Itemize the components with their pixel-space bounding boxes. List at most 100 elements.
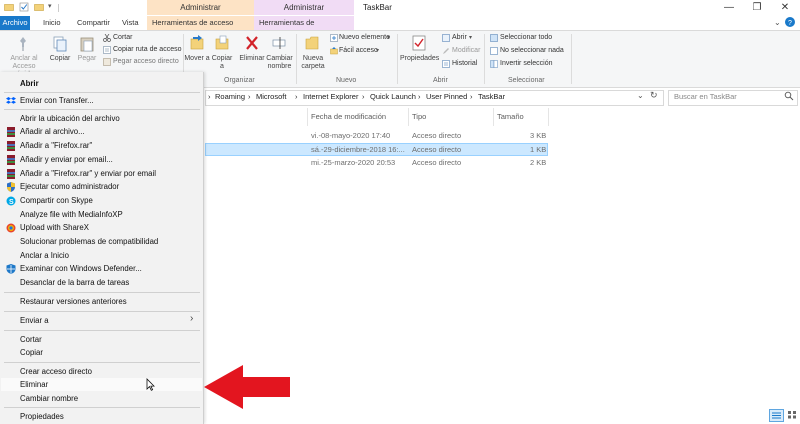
tab-herramientas-aplicacion[interactable]: Herramientas de aplicación (254, 16, 354, 41)
menu-item-propiedades[interactable]: Propiedades (20, 411, 64, 422)
breadcrumb-chevron-icon: › (362, 92, 365, 101)
app-folder-icon[interactable] (4, 2, 14, 12)
maximize-button[interactable]: ❐ (742, 0, 772, 15)
column-divider (408, 108, 409, 126)
copiar-a-button[interactable]: Copiar a (209, 55, 235, 71)
menu-item-anadir-firefox-enviar[interactable]: Añadir a "Firefox.rar" y enviar por emai… (20, 168, 156, 179)
copiar-ruta-button[interactable]: Copiar ruta de acceso (113, 46, 181, 53)
tab-compartir[interactable]: Compartir (72, 16, 115, 30)
column-divider (548, 108, 549, 126)
menu-item-desanclar-barra[interactable]: Desanclar de la barra de tareas (20, 277, 129, 288)
menu-item-restaurar-versiones[interactable]: Restaurar versiones anteriores (20, 296, 127, 307)
breadcrumb-user-pinned[interactable]: User Pinned (426, 91, 467, 103)
menu-item-eliminar[interactable]: Eliminar (20, 379, 48, 390)
ribbon-collapse-icon[interactable]: ⌄ (774, 18, 781, 27)
seleccionar-todo-button[interactable]: Seleccionar todo (500, 34, 552, 41)
breadcrumb-microsoft[interactable]: Microsoft (256, 91, 286, 103)
tab-archivo[interactable]: Archivo (0, 16, 30, 30)
propiedades-ribbon-button[interactable]: Propiedades (400, 55, 439, 63)
cambiar-nombre-ribbon-button[interactable]: Cambiar nombre (266, 55, 293, 71)
menu-separator (4, 407, 200, 408)
tab-vista[interactable]: Vista (117, 16, 144, 30)
tab-herramientas-acceso-directo[interactable]: Herramientas de acceso directo (147, 16, 254, 41)
breadcrumb-taskbar[interactable]: TaskBar (478, 91, 505, 103)
row-fecha: sá.-29-diciembre-2018 16:... (311, 145, 405, 154)
facil-acceso-button[interactable]: Fácil acceso (339, 47, 378, 54)
menu-item-ejecutar-admin[interactable]: Ejecutar como administrador (20, 181, 119, 192)
menu-item-anadir-enviar-email[interactable]: Añadir y enviar por email... (20, 154, 113, 165)
menu-item-upload-sharex[interactable]: Upload with ShareX (20, 222, 89, 233)
tab-inicio[interactable]: Inicio (38, 16, 66, 30)
menu-item-abrir[interactable]: Abrir (20, 78, 39, 89)
column-header-tipo[interactable]: Tipo (412, 112, 426, 121)
qat-divider (58, 4, 59, 12)
winrar-icon (6, 127, 16, 137)
invertir-seleccion-button[interactable]: Invertir selección (500, 60, 553, 67)
qat-dropdown-icon[interactable]: ▾ (48, 2, 52, 10)
menu-separator (4, 311, 200, 312)
column-header-tamano[interactable]: Tamaño (497, 112, 524, 121)
no-seleccionar-nada-button[interactable]: No seleccionar nada (500, 47, 564, 54)
row-fecha: mi.-25-marzo-2020 20:53 (311, 158, 396, 167)
details-view-button[interactable] (769, 409, 784, 422)
copy-path-icon (103, 46, 111, 54)
column-header-fecha[interactable]: Fecha de modificación (311, 112, 386, 121)
menu-item-compartir-skype[interactable]: Compartir con Skype (20, 195, 93, 206)
menu-item-enviar-a[interactable]: Enviar a (20, 315, 49, 326)
svg-text:?: ? (788, 20, 792, 27)
menu-item-anadir-firefox[interactable]: Añadir a "Firefox.rar" (20, 140, 92, 151)
menu-item-anclar-inicio[interactable]: Anclar a Inicio (20, 250, 69, 261)
menu-item-crear-acceso-directo[interactable]: Crear acceso directo (20, 366, 92, 377)
row-fecha: vi.-08-mayo-2020 17:40 (311, 131, 391, 140)
menu-item-cortar[interactable]: Cortar (20, 334, 42, 345)
menu-separator (4, 292, 200, 293)
menu-item-anadir-archivo[interactable]: Añadir al archivo... (20, 126, 85, 137)
close-button[interactable]: ✕ (770, 0, 800, 15)
breadcrumb-roaming[interactable]: Roaming (215, 91, 245, 103)
menu-item-copiar[interactable]: Copiar (20, 347, 43, 358)
invert-selection-icon (490, 60, 498, 68)
copy-to-icon (215, 35, 229, 53)
properties-check-icon[interactable] (19, 2, 29, 12)
ribbon-separator (484, 34, 485, 84)
abrir-ribbon-button[interactable]: Abrir (452, 34, 467, 41)
modificar-button[interactable]: Modificar (452, 47, 480, 54)
search-icon[interactable] (784, 91, 794, 103)
large-icons-view-button[interactable] (786, 409, 798, 420)
new-folder-qat-icon[interactable] (34, 2, 44, 12)
breadcrumb-quick-launch[interactable]: Quick Launch (370, 91, 416, 103)
eliminar-ribbon-button[interactable]: Eliminar (237, 55, 267, 63)
skype-icon: S (6, 196, 16, 206)
mouse-cursor-icon (146, 378, 155, 393)
properties-icon (412, 35, 426, 53)
mover-a-button[interactable]: Mover a (183, 55, 211, 63)
pin-icon (16, 36, 30, 54)
pegar-acceso-directo-button[interactable]: Pegar acceso directo (113, 58, 179, 65)
cortar-button[interactable]: Cortar (113, 34, 132, 41)
winrar-icon (6, 141, 16, 151)
menu-item-abrir-ubicacion[interactable]: Abrir la ubicación del archivo (20, 113, 120, 124)
rename-icon (272, 35, 286, 53)
refresh-icon[interactable]: ↻ (650, 90, 658, 101)
copiar-button[interactable]: Copiar (46, 55, 74, 63)
menu-separator (4, 109, 200, 110)
help-icon[interactable]: ? (785, 17, 795, 27)
nuevo-elemento-button[interactable]: Nuevo elemento (339, 34, 390, 41)
menu-item-enviar-transfer[interactable]: Enviar con Transfer... (20, 95, 94, 106)
nueva-carpeta-button[interactable]: Nueva carpeta (298, 55, 328, 71)
menu-item-analyze-mediainfo[interactable]: Analyze file with MediaInfoXP (20, 209, 123, 220)
menu-item-examinar-defender[interactable]: Examinar con Windows Defender... (20, 263, 142, 274)
paste-shortcut-icon (103, 58, 111, 66)
minimize-button[interactable]: — (714, 0, 744, 15)
address-dropdown-icon[interactable]: ⌄ (637, 91, 644, 100)
menu-item-cambiar-nombre[interactable]: Cambiar nombre (20, 393, 78, 404)
menu-separator (4, 92, 200, 93)
uac-shield-icon (6, 182, 16, 192)
row-tipo: Acceso directo (412, 131, 462, 140)
menu-item-solucionar-compatibilidad[interactable]: Solucionar problemas de compatibilidad (20, 236, 158, 247)
historial-button[interactable]: Historial (452, 60, 477, 67)
context-tab-administrar-1: Administrar (147, 0, 254, 15)
open-icon (442, 34, 450, 42)
pegar-button[interactable]: Pegar (74, 55, 100, 63)
breadcrumb-internet-explorer[interactable]: Internet Explorer (303, 91, 358, 103)
